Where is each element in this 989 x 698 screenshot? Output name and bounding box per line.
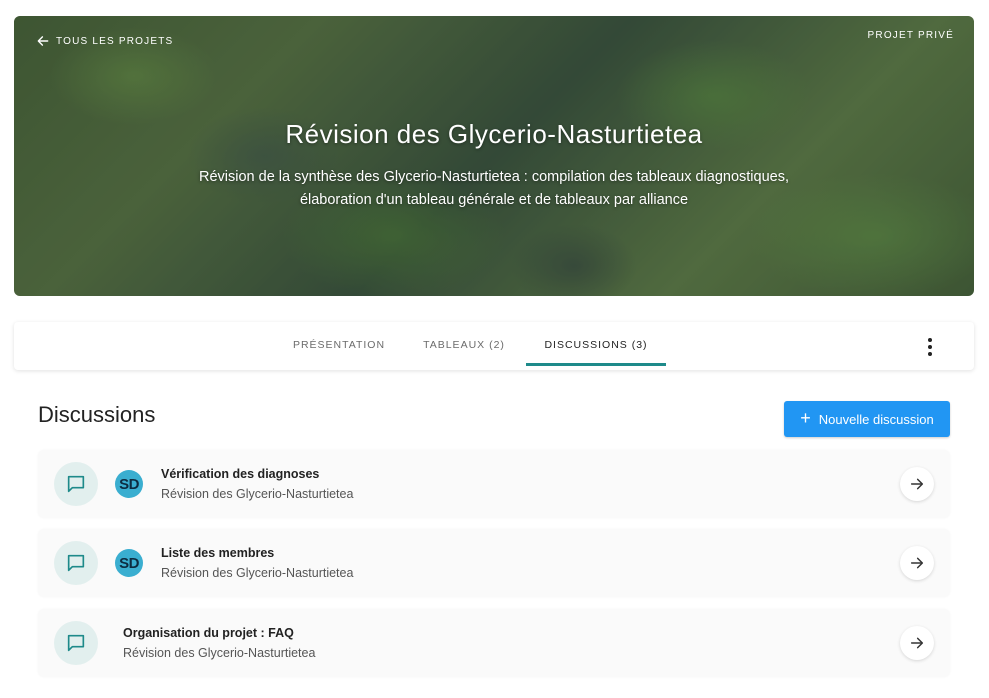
open-discussion-button[interactable]	[900, 626, 934, 660]
discussion-project: Révision des Glycerio-Nasturtietea	[161, 566, 354, 580]
chat-bubble-icon	[54, 621, 98, 665]
tab-presentation[interactable]: PRÉSENTATION	[292, 322, 386, 370]
arrow-right-icon	[910, 637, 924, 649]
open-discussion-button[interactable]	[900, 546, 934, 580]
avatar: SD	[115, 470, 143, 498]
discussion-title: Vérification des diagnoses	[161, 467, 320, 481]
discussion-title: Organisation du projet : FAQ	[123, 626, 294, 640]
back-to-projects-link[interactable]: TOUS LES PROJETS	[36, 34, 173, 48]
section-title: Discussions	[38, 402, 156, 427]
open-discussion-button[interactable]	[900, 467, 934, 501]
project-description: Révision de la synthèse des Glycerio-Nas…	[199, 169, 789, 208]
privacy-badge: PROJET PRIVÉ	[867, 30, 954, 41]
plus-icon: +	[800, 407, 811, 428]
more-options-icon[interactable]	[920, 336, 940, 358]
arrow-left-icon	[37, 36, 49, 46]
discussion-item[interactable]: SD Vérification des diagnoses Révision d…	[38, 450, 950, 518]
arrow-right-icon	[910, 557, 924, 569]
tab-discussions[interactable]: DISCUSSIONS (3)	[526, 322, 666, 370]
avatar: SD	[115, 549, 143, 577]
discussion-project: Révision des Glycerio-Nasturtietea	[123, 646, 316, 660]
chat-bubble-icon	[54, 541, 98, 585]
new-discussion-button[interactable]: + Nouvelle discussion	[784, 401, 950, 437]
discussion-item[interactable]: SD Liste des membres Révision des Glycer…	[38, 529, 950, 597]
discussion-title: Liste des membres	[161, 546, 275, 560]
discussion-item[interactable]: Organisation du projet : FAQ Révision de…	[38, 609, 950, 677]
back-link-label: TOUS LES PROJETS	[56, 35, 174, 47]
chat-bubble-icon	[54, 462, 98, 506]
arrow-right-icon	[910, 478, 924, 490]
new-discussion-label: Nouvelle discussion	[818, 411, 934, 427]
project-tabs: PRÉSENTATION TABLEAUX (2) DISCUSSIONS (3…	[14, 322, 974, 370]
project-title: Révision des Glycerio-Nasturtietea	[285, 119, 703, 149]
discussion-project: Révision des Glycerio-Nasturtietea	[161, 487, 354, 501]
project-hero: TOUS LES PROJETS PROJET PRIVÉ Révision d…	[14, 16, 974, 296]
tab-tableaux[interactable]: TABLEAUX (2)	[420, 322, 508, 370]
